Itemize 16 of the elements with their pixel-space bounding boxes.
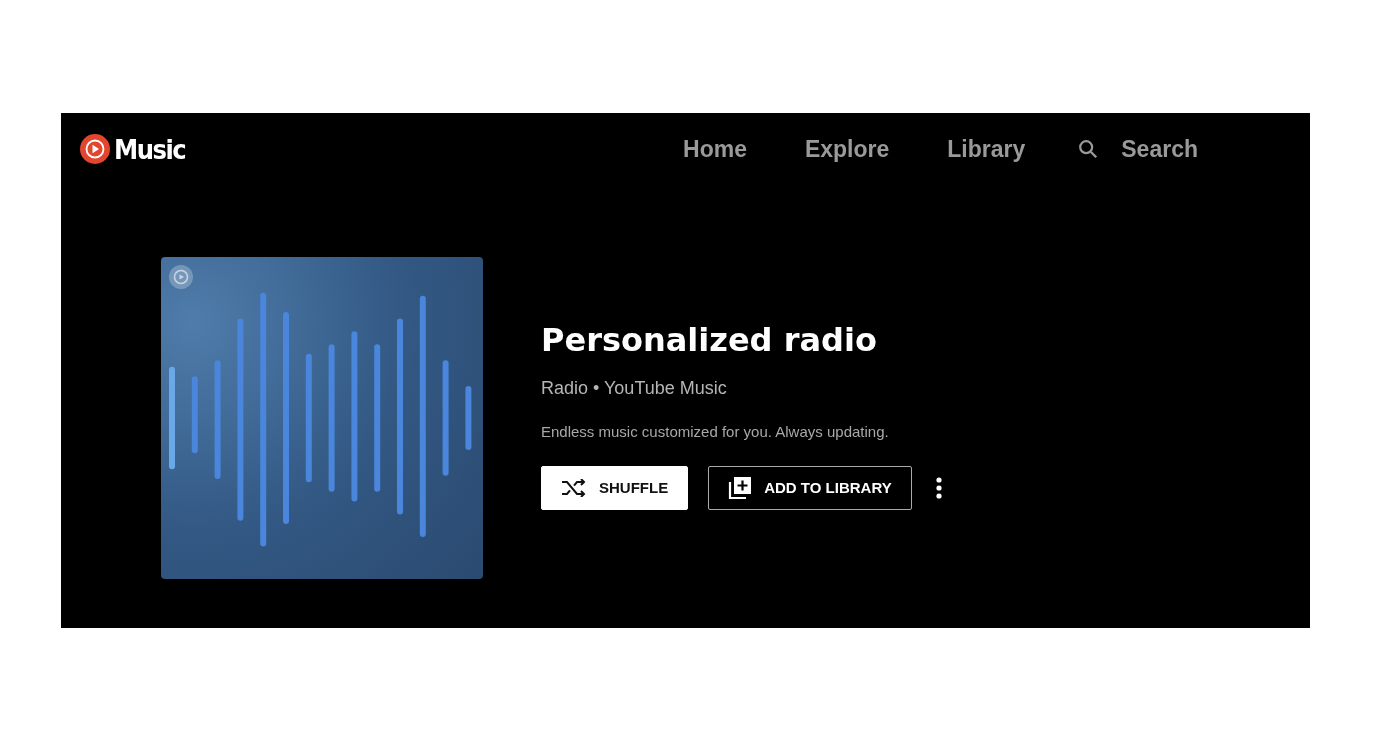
shuffle-button[interactable]: SHUFFLE (541, 465, 689, 510)
add-to-library-button[interactable]: ADD TO LIBRARY (708, 465, 912, 510)
search-icon[interactable] (1077, 138, 1100, 160)
logo-text: Music (114, 133, 186, 165)
play-logo-icon (80, 134, 110, 164)
nav-link[interactable]: Home (683, 135, 747, 163)
playlist-title: Personalized radio (541, 320, 878, 359)
search-link[interactable]: Search (1121, 135, 1198, 163)
playlist-description: Endless music customized for you. Always updating. (541, 422, 890, 440)
nav-link[interactable]: Explore (804, 135, 890, 163)
play-badge-icon (168, 264, 194, 290)
nav-link[interactable]: Library (947, 135, 1026, 163)
more-options-icon[interactable] (935, 476, 942, 499)
shuffle-icon (561, 478, 587, 497)
add-to-library-icon (728, 475, 753, 500)
playlist-subtitle: Radio • YouTube Music (541, 377, 728, 399)
